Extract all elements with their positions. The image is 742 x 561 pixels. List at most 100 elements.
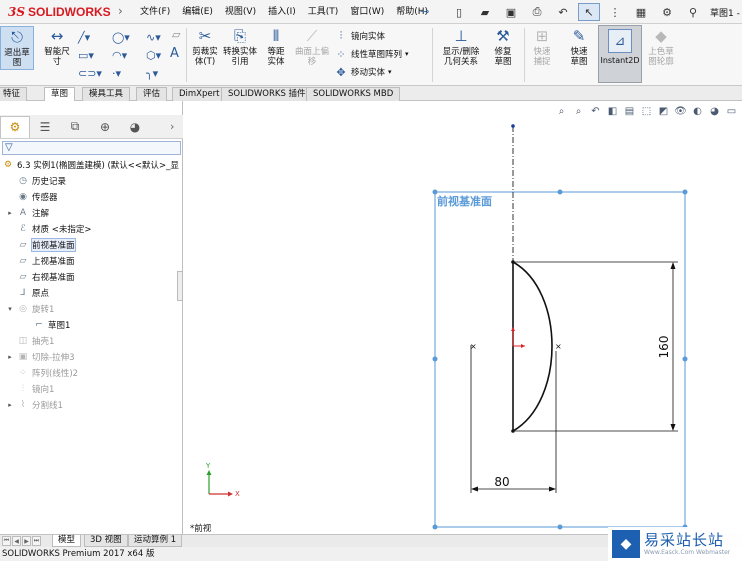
offset-entities-button[interactable]: ⫴ 等距实体 [259,26,293,68]
plane-handle[interactable] [682,189,688,195]
sketch-canvas[interactable]: × × 160 80 前视基准面 Y X [184,101,742,534]
configuration-manager-tab-icon[interactable]: ⧉ [60,116,90,138]
next-tab-icon[interactable]: ▶ [22,536,31,546]
plane-handle[interactable] [432,189,438,195]
display-manager-tab-icon[interactable]: ◕ [120,116,150,138]
rapid-sketch-button[interactable]: ✎ 快速草图 [562,26,596,68]
centerline-endpoint[interactable] [511,124,515,128]
text-tool-icon[interactable]: A [170,46,179,61]
tree-item-material[interactable]: ℰ 材质 <未指定> [6,221,91,237]
tab-3d-views[interactable]: 3D 视图 [84,535,128,547]
vertical-dimension-value[interactable]: 160 [657,336,671,359]
tree-item-top-plane[interactable]: ▱ 上视基准面 [6,253,75,269]
fillet-tool-icon[interactable]: ╮▾ [146,65,176,81]
linear-pattern-dropdown-icon[interactable]: ▾ [405,50,409,58]
undo-icon[interactable]: ↶ [552,3,574,21]
tab-dimxpert[interactable]: DimXpert [172,87,227,101]
tree-root[interactable]: ⚙ 6.3 实例1(椭圆盖建模) (默认<<默认>_显 [2,157,179,173]
save-icon[interactable]: ▣ [500,3,522,21]
tree-item-annotations[interactable]: ▸ A 注解 [6,205,49,221]
tree-item-front-plane[interactable]: ▱ 前视基准面 [6,237,76,253]
menu-expand-icon[interactable]: › [118,4,130,20]
menu-file[interactable]: 文件(F) [134,0,176,24]
mirror-entities-button[interactable]: ⫶ 镜向实体 [334,28,385,44]
first-tab-icon[interactable]: ⏮ [2,536,11,546]
instant2d-button[interactable]: ⊿ Instant2D [598,25,642,83]
tab-solidworks-mbd[interactable]: SOLIDWORKS MBD [306,87,401,101]
chevron-right-icon[interactable]: › [170,120,174,133]
tab-evaluate[interactable]: 评估 [136,87,168,101]
feature-manager-tab-icon[interactable]: ⚙ [0,115,30,138]
arc-tool-icon[interactable]: ◠▾ [112,47,142,63]
trim-entities-button[interactable]: ✂ 剪裁实体(T) [188,26,222,68]
dimxpert-manager-tab-icon[interactable]: ⊕ [90,116,120,138]
move-entities-button[interactable]: ✥ 移动实体 ▾ [334,64,392,80]
convert-entities-button[interactable]: ⎘ 转换实体引用 [223,26,257,68]
slot-tool-icon[interactable]: ⊂⊃▾ [78,65,108,81]
plane-tool-icon[interactable]: ▱ [172,28,180,41]
move-dropdown-icon[interactable]: ▾ [388,68,392,76]
point-tool-icon[interactable]: ·▾ [112,65,142,81]
horizontal-dimension-value[interactable]: 80 [494,475,509,489]
tree-item-origin[interactable]: ⅃ 原点 [6,285,49,301]
menu-insert[interactable]: 插入(I) [262,0,302,24]
tree-item-mirror1[interactable]: ⫶ 镜向1 [6,381,55,397]
tree-item-sensors[interactable]: ◉ 传感器 [6,189,57,205]
plane-handle[interactable] [557,189,563,195]
file-properties-icon[interactable]: ▦ [630,3,652,21]
print-icon[interactable]: ⎙ [526,3,548,21]
pin-icon[interactable]: ⊸ [420,5,429,18]
tree-item-revolve1[interactable]: ▾ ◎ 旋转1 [6,301,54,317]
select-icon[interactable]: ↖ [578,3,600,21]
menu-view[interactable]: 视图(V) [219,0,262,24]
graphics-area[interactable]: ⌕ ⌕ ↶ ◧ ▤ ⬚ ◩ 👁 ◐ ◕ ▭ × × 160 80 前视基准面 Y… [184,101,742,534]
plane-handle[interactable] [557,524,563,530]
tree-filter-field[interactable]: ▽ [2,141,181,155]
traffic-light-icon[interactable]: ⋮ [604,3,626,21]
new-document-icon[interactable]: ▯ [448,3,470,21]
tree-item-sketch1[interactable]: ⌐ 草图1 [22,317,70,333]
smart-dimension-button[interactable]: ↔ 智能尺寸 [38,26,76,68]
tree-item-history[interactable]: ◷ 历史记录 [6,173,66,189]
tree-item-right-plane[interactable]: ▱ 右视基准面 [6,269,75,285]
tree-item-linear-pattern2[interactable]: ⁘ 阵列(线性)2 [6,365,78,381]
expand-icon[interactable]: ▸ [6,401,14,409]
panel-resize-handle[interactable] [177,271,183,301]
prev-tab-icon[interactable]: ◀ [12,536,21,546]
line-tool-icon[interactable]: ╱▾ [78,29,108,45]
plane-handle[interactable] [432,524,438,530]
arc-midpoint-marker[interactable]: × [555,342,562,351]
sketch-endpoint[interactable] [511,429,515,433]
offset-on-surface-button[interactable]: ⟋ 曲面上偏移 [294,26,330,68]
rectangle-tool-icon[interactable]: ▭▾ [78,47,108,63]
tree-item-shell1[interactable]: ◫ 抽壳1 [6,333,55,349]
collapse-icon[interactable]: ▾ [6,305,14,313]
rebuild-icon[interactable]: ⚲ [682,3,704,21]
shaded-sketch-contours-button[interactable]: ◆ 上色草图轮廓 [644,26,678,68]
plane-handle[interactable] [682,356,688,362]
menu-edit[interactable]: 编辑(E) [176,0,219,24]
tab-model[interactable]: 模型 [52,535,82,547]
tab-mold-tools[interactable]: 模具工具 [82,87,131,101]
last-tab-icon[interactable]: ⏭ [32,536,41,546]
exit-sketch-button[interactable]: ⎋ 退出草图 [0,26,34,70]
solidworks-logo[interactable]: 3S SOLIDWORKS [8,3,111,21]
sketch-endpoint[interactable] [511,260,515,264]
expand-icon[interactable]: ▸ [6,209,14,217]
quick-snaps-button[interactable]: ⊞ 快速捕捉 [526,26,558,68]
tab-sketch[interactable]: 草图 [44,87,76,101]
tab-motion-study[interactable]: 运动算例 1 [128,535,183,547]
tree-item-split-line1[interactable]: ▸ ⌇ 分割线1 [6,397,63,413]
menu-tools[interactable]: 工具(T) [302,0,345,24]
plane-handle[interactable] [432,356,438,362]
tab-solidworks-addins[interactable]: SOLIDWORKS 插件 [221,87,313,101]
repair-sketch-button[interactable]: ⚒ 修复草图 [486,26,520,68]
expand-icon[interactable]: ▸ [6,353,14,361]
property-manager-tab-icon[interactable]: ☰ [30,116,60,138]
display-relations-button[interactable]: ⊥ 显示/删除几何关系 [438,26,484,68]
tree-item-cut-extrude3[interactable]: ▸ ▣ 切除-拉伸3 [6,349,74,365]
menu-window[interactable]: 窗口(W) [344,0,390,24]
circle-tool-icon[interactable]: ◯▾ [112,29,142,45]
options-gear-icon[interactable]: ⚙ [656,3,678,21]
open-icon[interactable]: ▰ [474,3,496,21]
